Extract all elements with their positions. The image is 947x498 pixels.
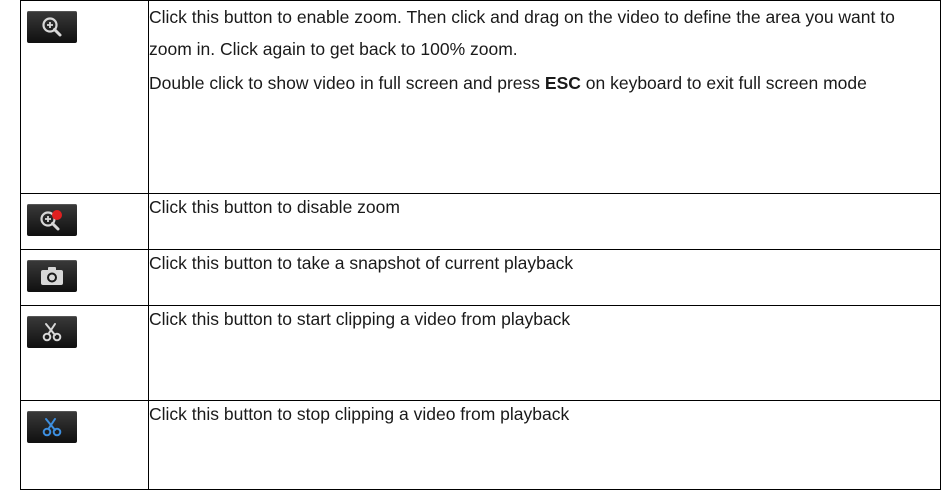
fullscreen-text-end: on keyboard to exit full screen mode — [580, 73, 867, 93]
fullscreen-text-start: Double click to show video in full scree… — [149, 73, 545, 93]
icon-cell — [20, 249, 149, 306]
table-row: Click this button to disable zoom — [20, 193, 941, 250]
scissors-icon — [42, 323, 62, 342]
zoom-description: Click this button to enable zoom. Then c… — [149, 7, 895, 59]
disable-zoom-description: Click this button to disable zoom — [149, 197, 400, 217]
table-row: Click this button to take a snapshot of … — [20, 249, 941, 306]
zoom-disable-icon — [40, 210, 62, 231]
icon-cell — [20, 193, 149, 250]
stop-clip-button[interactable] — [27, 411, 77, 443]
description-cell: Click this button to start clipping a vi… — [148, 305, 941, 401]
description-cell: Click this button to take a snapshot of … — [148, 249, 941, 306]
table-row: Click this button to enable zoom. Then c… — [20, 0, 941, 194]
description-cell: Click this button to stop clipping a vid… — [148, 400, 941, 490]
start-clip-button[interactable] — [27, 316, 77, 348]
esc-key-label: ESC — [544, 73, 581, 93]
snapshot-description: Click this button to take a snapshot of … — [149, 253, 574, 273]
icon-cell — [20, 305, 149, 401]
fullscreen-description: Double click to show video in full scree… — [149, 71, 940, 96]
start-clip-description: Click this button to start clipping a vi… — [149, 309, 571, 329]
zoom-in-icon — [42, 17, 62, 37]
icon-cell — [20, 0, 149, 194]
table-row: Click this button to stop clipping a vid… — [20, 400, 941, 490]
description-cell: Click this button to enable zoom. Then c… — [148, 0, 941, 194]
button-reference-table: Click this button to enable zoom. Then c… — [20, 0, 941, 490]
scissors-active-icon — [42, 418, 62, 437]
disable-zoom-button[interactable] — [27, 204, 77, 236]
description-cell: Click this button to disable zoom — [148, 193, 941, 250]
icon-cell — [20, 400, 149, 490]
zoom-button[interactable] — [27, 11, 77, 43]
table-row: Click this button to start clipping a vi… — [20, 305, 941, 401]
snapshot-button[interactable] — [27, 260, 77, 292]
camera-icon — [41, 267, 63, 285]
stop-clip-description: Click this button to stop clipping a vid… — [149, 404, 570, 424]
